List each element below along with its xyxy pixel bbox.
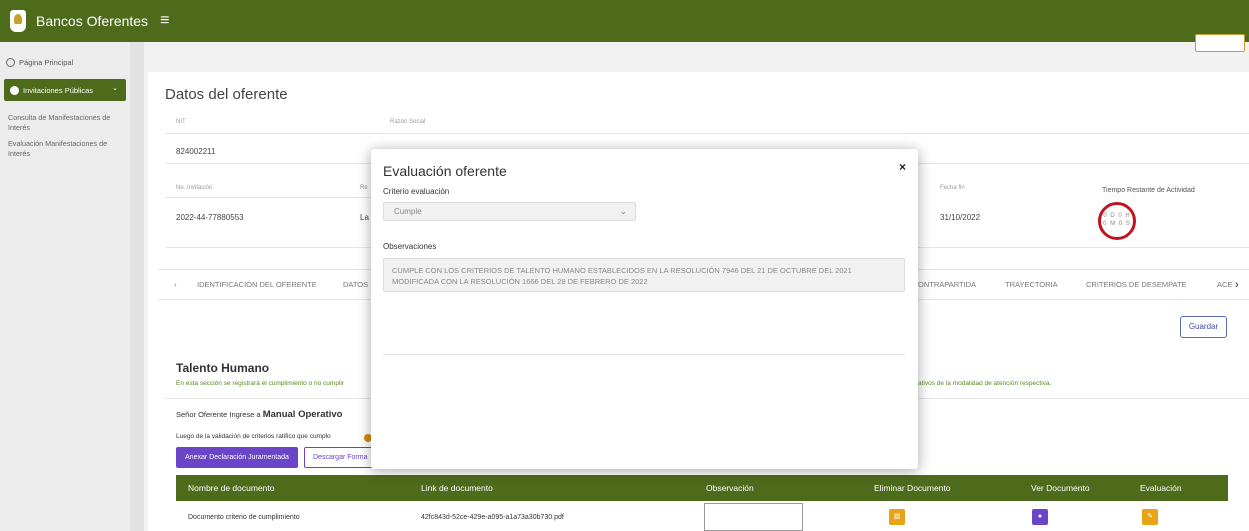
divider: [165, 133, 1249, 134]
sidebar-link-consulta[interactable]: Consulta de Manifestaciones de Interés: [0, 107, 130, 133]
evaluation-modal: Evaluación oferente × Criterio evaluació…: [371, 149, 918, 469]
section-title-talento: Talento Humano: [176, 361, 270, 375]
tab-identificacion[interactable]: IDENTIFICACIÓN DEL OFERENTE: [197, 280, 317, 289]
tab-ace[interactable]: ACE: [1217, 280, 1232, 289]
chevron-down-icon: ⌄: [112, 85, 118, 92]
sidebar-link-evaluacion[interactable]: Evaluación Manifestaciones de Interés: [0, 133, 130, 159]
col2-label: Re: [360, 185, 368, 191]
observacion-input[interactable]: [704, 503, 803, 531]
col-header-nombre: Nombre de documento: [188, 483, 275, 493]
tabs-prev-icon[interactable]: ‹: [174, 280, 177, 289]
tiempo-restante-label: Tiempo Restante de Actividad: [1102, 187, 1195, 194]
page-title: Datos del oferente: [165, 86, 288, 103]
delete-document-icon[interactable]: ▥: [889, 509, 905, 525]
ratifico-text: Luego de la validación de criterios rati…: [176, 433, 331, 440]
col-header-evaluacion: Evaluación: [1140, 483, 1182, 493]
section-note-left: En esta sección se registrará el cumplim…: [176, 380, 344, 387]
fecha-fin-label: Fecha fin: [940, 185, 965, 191]
criterio-selected-value: Cumple: [394, 207, 422, 216]
no-invitacion-value: 2022-44-77880553: [176, 213, 244, 222]
manual-operativo-link[interactable]: Manual Operativo: [263, 409, 343, 420]
col-header-eliminar: Eliminar Documento: [874, 483, 951, 493]
criterio-select[interactable]: Cumple ⌄: [383, 202, 636, 221]
view-document-icon[interactable]: ●: [1032, 509, 1048, 525]
countdown-timer: 0 D 0 H 0 M 0 S: [1098, 202, 1136, 240]
tabs-next-icon[interactable]: ›: [1235, 279, 1239, 291]
cell-link[interactable]: 42fc843d-52ce-429e-a095-a1a73a30b730.pdf: [421, 514, 564, 521]
table-row: Documento criterio de cumplimiento 42fc8…: [176, 501, 1228, 531]
app-logo: [10, 10, 26, 32]
modal-divider: [383, 354, 905, 355]
evaluate-edit-icon[interactable]: ✎: [1142, 509, 1158, 525]
table-header: Nombre de documento Link de documento Ob…: [176, 475, 1228, 501]
observaciones-label: Observaciones: [383, 242, 437, 251]
close-icon[interactable]: ×: [899, 160, 906, 174]
sidebar-item-label: Invitaciones Públicas: [23, 85, 94, 95]
sidebar-item-invitaciones[interactable]: Invitaciones Públicas ⌄: [4, 79, 126, 101]
razon-social-label: Razón Social: [390, 119, 426, 125]
sidebar-scrollbar[interactable]: [130, 42, 144, 531]
top-bar: Bancos Oferentes ≡: [0, 0, 1249, 42]
modal-title: Evaluación oferente: [383, 163, 507, 179]
menu-toggle-icon[interactable]: ≡: [160, 13, 169, 29]
col-header-link: Link de documento: [421, 483, 493, 493]
descargar-formato-button[interactable]: Descargar Forma: [304, 447, 374, 468]
no-invitacion-label: No. Invitación: [176, 185, 213, 191]
col-header-ver: Ver Documento: [1031, 483, 1090, 493]
tab-trayectoria[interactable]: TRAYECTORIA: [1005, 280, 1058, 289]
tab-datos[interactable]: DATOS: [343, 280, 368, 289]
home-icon: [6, 57, 15, 67]
timer-line-1: 0 D 0 H: [1103, 213, 1131, 219]
timer-line-2: 0 M 0 S: [1103, 221, 1131, 227]
observaciones-textarea[interactable]: CUMPLE CON LOS CRITERIOS DE TALENTO HUMA…: [383, 258, 905, 292]
chevron-down-icon: ⌄: [619, 206, 627, 216]
col2-value: La: [360, 213, 369, 222]
sidebar-item-home[interactable]: Página Principal: [0, 49, 130, 75]
sidebar: Página Principal Invitaciones Públicas ⌄…: [0, 42, 130, 531]
manual-operativo-line: Señor Oferente Ingrese a Manual Operativ…: [176, 409, 342, 420]
fecha-fin-value: 31/10/2022: [940, 213, 981, 222]
guardar-button[interactable]: Guardar: [1180, 316, 1227, 338]
app-title: Bancos Oferentes: [36, 13, 149, 29]
criterio-label: Criterio evaluación: [383, 187, 450, 196]
section-note-right: ativos de la modalidad de atención respe…: [918, 380, 1052, 387]
nit-label: NIT: [176, 119, 186, 125]
shield-icon: [10, 85, 19, 95]
cell-nombre: Documento criterio de cumplimiento: [188, 514, 300, 521]
tab-criterios-desempate[interactable]: CRITERIOS DE DESEMPATE: [1086, 280, 1187, 289]
nit-value: 824002211: [176, 147, 216, 156]
tab-contrapartida[interactable]: ONTRAPARTIDA: [918, 280, 976, 289]
sidebar-item-label: Página Principal: [19, 57, 74, 67]
anexar-declaracion-button[interactable]: Anexar Declaración Juramentada: [176, 447, 298, 468]
top-action-button[interactable]: [1195, 34, 1245, 52]
col-header-observacion: Observación: [706, 483, 754, 493]
manual-prefix: Señor Oferente Ingrese a: [176, 410, 263, 419]
